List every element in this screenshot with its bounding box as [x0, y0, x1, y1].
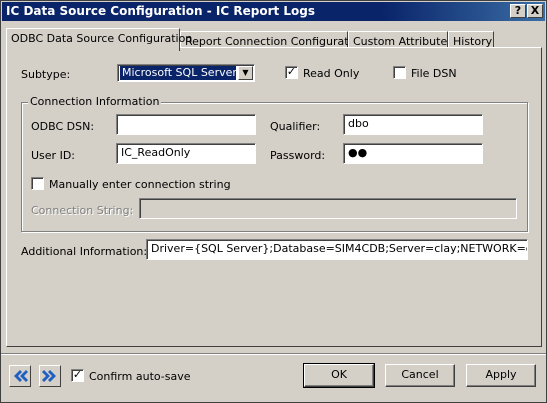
subtype-select[interactable]: Microsoft SQL Server ▼ — [117, 64, 255, 82]
manual-connection-label: Manually enter connection string — [49, 178, 231, 191]
subtype-label: Subtype: — [21, 68, 71, 81]
connection-string-label: Connection String: — [31, 204, 134, 217]
odbc-dsn-input[interactable] — [116, 114, 256, 135]
cancel-button[interactable]: Cancel — [385, 364, 455, 387]
password-input[interactable]: ●● — [343, 143, 483, 164]
user-id-input[interactable]: IC_ReadOnly — [116, 143, 256, 164]
read-only-checkbox[interactable]: ✓ — [285, 66, 298, 79]
tab-panel-odbc: Subtype: Microsoft SQL Server ▼ ✓ Read O… — [6, 47, 542, 347]
confirm-autosave-label: Confirm auto-save — [89, 370, 191, 383]
apply-button[interactable]: Apply — [466, 364, 536, 387]
footer-separator — [1, 353, 546, 355]
connection-info-legend: Connection Information — [28, 95, 162, 108]
confirm-autosave-checkbox[interactable]: ✓ — [71, 369, 84, 382]
password-label: Password: — [270, 149, 326, 162]
tab-odbc-data-source-configuration[interactable]: ODBC Data Source Configuration — [6, 28, 192, 51]
ok-button[interactable]: OK — [303, 363, 375, 388]
file-dsn-checkbox[interactable] — [393, 66, 406, 79]
previous-button[interactable] — [9, 365, 31, 387]
chevron-down-icon[interactable]: ▼ — [238, 66, 253, 80]
manual-connection-checkbox[interactable] — [31, 177, 44, 190]
subtype-selected-value: Microsoft SQL Server — [120, 66, 236, 80]
user-id-label: User ID: — [31, 149, 75, 162]
double-chevron-left-icon — [14, 370, 28, 382]
file-dsn-label: File DSN — [411, 67, 457, 80]
qualifier-input[interactable]: dbo — [343, 114, 483, 135]
connection-string-input — [139, 198, 517, 219]
title-bar[interactable]: IC Data Source Configuration - IC Report… — [2, 2, 545, 21]
qualifier-label: Qualifier: — [270, 120, 321, 133]
next-button[interactable] — [39, 365, 61, 387]
read-only-label: Read Only — [303, 67, 360, 80]
close-button[interactable]: X — [527, 4, 543, 18]
window-title: IC Data Source Configuration - IC Report… — [6, 4, 316, 18]
double-chevron-right-icon — [42, 370, 56, 382]
additional-info-label: Additional Information: — [21, 245, 148, 258]
odbc-dsn-label: ODBC DSN: — [31, 120, 95, 133]
additional-info-input[interactable]: Driver={SQL Server};Database=SIM4CDB;Ser… — [146, 239, 528, 260]
help-button[interactable]: ? — [510, 4, 526, 18]
dialog-window: IC Data Source Configuration - IC Report… — [0, 0, 547, 403]
